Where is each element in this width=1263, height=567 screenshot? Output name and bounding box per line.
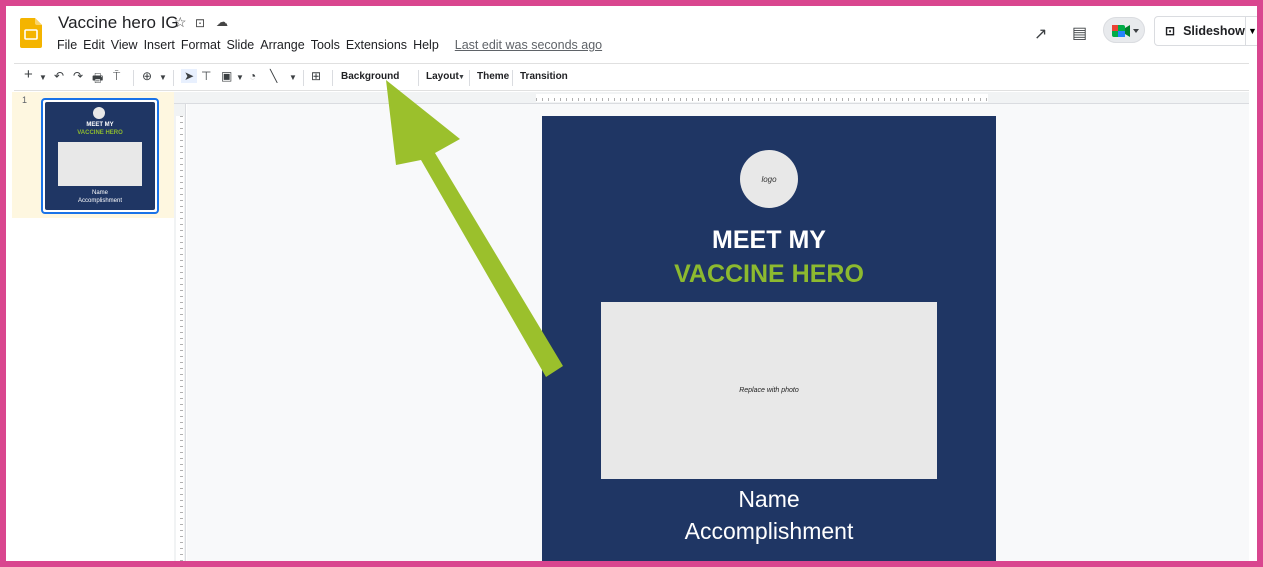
- menu-view[interactable]: View: [111, 38, 138, 52]
- star-icon[interactable]: ☆: [174, 14, 187, 31]
- name-text[interactable]: Name: [542, 486, 996, 513]
- highlight-frame: Vaccine hero IG ☆ ⊡ ☁ File Edit View Ins…: [0, 0, 1263, 567]
- theme-button[interactable]: Theme: [477, 71, 509, 82]
- menu-extensions[interactable]: Extensions: [346, 38, 407, 52]
- menu-arrange[interactable]: Arrange: [260, 38, 304, 52]
- thumbnail-accomplishment: Accomplishment: [77, 198, 122, 204]
- thumbnail-title: MEET MY: [86, 122, 114, 128]
- background-button[interactable]: Background: [341, 71, 399, 82]
- shape-icon[interactable]: ◔: [249, 69, 256, 83]
- image-caret-icon[interactable]: ▼: [236, 73, 244, 82]
- vertical-ruler[interactable]: [174, 104, 186, 561]
- zoom-icon[interactable]: ⊕: [142, 69, 152, 83]
- slideshow-button[interactable]: ⊡ Slideshow: [1154, 16, 1246, 46]
- cloud-icon[interactable]: ☁: [216, 15, 228, 29]
- filmstrip-item[interactable]: 1 MEET MY VACCINE HERO Name Accomplishme…: [12, 92, 174, 218]
- thumbnail-caption: Name Accomplishment: [45, 189, 155, 205]
- line-caret-icon[interactable]: ▼: [289, 73, 297, 82]
- comment-icon[interactable]: ▤: [1072, 23, 1087, 43]
- ruler-active-area: [536, 94, 988, 102]
- toolbar-divider: [332, 70, 333, 86]
- slideshow-label: Slideshow: [1183, 24, 1245, 38]
- layout-caret-icon[interactable]: ▼: [458, 74, 465, 81]
- menu-bar: File Edit View Insert Format Slide Arran…: [57, 38, 602, 52]
- menu-help[interactable]: Help: [413, 38, 439, 52]
- slide-number: 1: [22, 95, 28, 105]
- last-edit-link[interactable]: Last edit was seconds ago: [455, 38, 602, 52]
- thumbnail-subtitle: VACCINE HERO: [77, 130, 123, 136]
- zoom-caret-icon[interactable]: ▼: [159, 73, 167, 82]
- editor-canvas[interactable]: logo MEET MY VACCINE HERO Replace with p…: [187, 104, 1249, 561]
- menu-slide[interactable]: Slide: [226, 38, 254, 52]
- toolbar-divider: [512, 70, 513, 86]
- slide[interactable]: logo MEET MY VACCINE HERO Replace with p…: [542, 116, 996, 561]
- logo-placeholder[interactable]: logo: [740, 150, 798, 208]
- transition-button[interactable]: Transition: [520, 71, 568, 82]
- new-slide-caret-icon[interactable]: ▼: [39, 73, 47, 82]
- menu-file[interactable]: File: [57, 38, 77, 52]
- slideshow-options-button[interactable]: ▼: [1246, 16, 1257, 46]
- slide-subtitle[interactable]: VACCINE HERO: [542, 260, 996, 289]
- photo-placeholder[interactable]: Replace with photo: [601, 302, 937, 479]
- toolbar-divider: [303, 70, 304, 86]
- menu-format[interactable]: Format: [181, 38, 221, 52]
- document-title[interactable]: Vaccine hero IG: [58, 13, 179, 33]
- horizontal-ruler[interactable]: [174, 92, 1249, 104]
- paint-format-icon[interactable]: ⍑: [113, 69, 120, 84]
- thumbnail-logo: [93, 107, 105, 119]
- toolbar-divider: [133, 70, 134, 86]
- toolbar-divider: [173, 70, 174, 86]
- menu-edit[interactable]: Edit: [83, 38, 105, 52]
- thumbnail-name: Name: [91, 190, 108, 196]
- layout-button[interactable]: Layout: [426, 71, 459, 82]
- text-box-icon[interactable]: ⊤: [201, 69, 211, 83]
- photo-placeholder-text: Replace with photo: [739, 387, 799, 394]
- thumbnail-photo: [58, 142, 142, 186]
- slides-logo-icon[interactable]: [20, 18, 42, 48]
- slide-title[interactable]: MEET MY: [542, 226, 996, 255]
- undo-icon[interactable]: ↶: [54, 69, 64, 83]
- toolbar-divider: [418, 70, 419, 86]
- image-icon[interactable]: ▣: [221, 69, 232, 83]
- folder-icon[interactable]: ⊡: [195, 16, 205, 30]
- redo-icon[interactable]: ↷: [73, 69, 83, 83]
- trend-icon[interactable]: ↗: [1034, 24, 1047, 44]
- app-header: Vaccine hero IG ☆ ⊡ ☁ File Edit View Ins…: [6, 6, 1257, 62]
- present-icon: ⊡: [1165, 24, 1176, 38]
- accomplishment-text[interactable]: Accomplishment: [542, 518, 996, 545]
- menu-tools[interactable]: Tools: [311, 38, 340, 52]
- slide-thumbnail[interactable]: MEET MY VACCINE HERO Name Accomplishment: [41, 98, 159, 214]
- toolbar-divider: [469, 70, 470, 86]
- meet-icon: [1112, 25, 1139, 37]
- toolbar: + ▼ ↶ ↷ 🖶 ⍑ ⊕ ▼ ➤ ⊤ ▣ ▼ ◔ ╲ ▼ ⊞ Backgrou…: [14, 63, 1249, 91]
- menu-insert[interactable]: Insert: [144, 38, 175, 52]
- meet-button[interactable]: [1103, 17, 1145, 43]
- thumbnail-canvas: MEET MY VACCINE HERO Name Accomplishment: [45, 102, 155, 210]
- line-icon[interactable]: ╲: [270, 69, 277, 83]
- logo-text: logo: [761, 174, 777, 184]
- slide-filmstrip: 1 MEET MY VACCINE HERO Name Accomplishme…: [12, 92, 174, 561]
- print-icon[interactable]: 🖶: [92, 69, 103, 90]
- new-slide-icon[interactable]: +: [24, 66, 33, 83]
- ruler-active-area: [176, 116, 184, 561]
- comment-add-icon[interactable]: ⊞: [311, 69, 321, 83]
- select-icon[interactable]: ➤: [181, 69, 198, 83]
